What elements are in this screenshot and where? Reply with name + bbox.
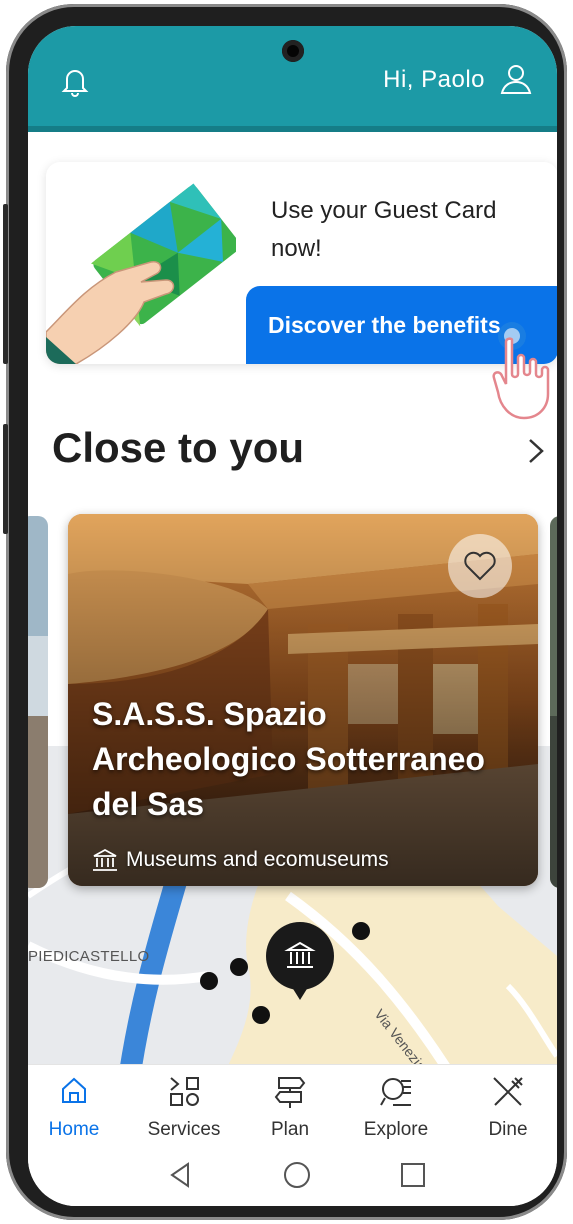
front-camera <box>282 40 304 62</box>
recents-icon[interactable] <box>398 1160 428 1190</box>
tab-home[interactable]: Home <box>28 1065 124 1147</box>
tap-hand-icon <box>492 322 550 420</box>
previous-card-peek[interactable] <box>28 516 48 888</box>
tab-services[interactable]: Services <box>134 1065 234 1147</box>
fork-knife-icon <box>493 1077 523 1106</box>
signpost-icon <box>274 1077 306 1108</box>
chevron-right-icon[interactable] <box>524 434 548 468</box>
home-icon <box>62 1077 86 1103</box>
power-button <box>3 424 8 534</box>
explore-icon <box>380 1078 411 1106</box>
tab-dine[interactable]: Dine <box>458 1065 557 1147</box>
tab-plan[interactable]: Plan <box>240 1065 340 1147</box>
section-title: Close to you <box>52 424 305 471</box>
museum-icon <box>93 848 117 871</box>
next-card-peek[interactable] <box>550 516 557 888</box>
volume-button <box>3 204 8 364</box>
map-dot[interactable] <box>252 1006 270 1024</box>
tab-label: Services <box>147 1119 221 1140</box>
back-icon[interactable] <box>166 1160 196 1190</box>
map-dot[interactable] <box>200 972 218 990</box>
phone-frame: Hi, Paolo Use your Guest Card now! Disco… <box>3 4 567 1220</box>
tab-label: Home <box>48 1119 100 1140</box>
place-card[interactable]: S.A.S.S. Spazio Archeologico Sotterraneo… <box>68 514 538 886</box>
system-nav-bar <box>28 1146 557 1206</box>
bell-icon[interactable] <box>58 64 92 98</box>
bottom-tab-bar: Home Services Plan Explore Dine <box>28 1064 557 1147</box>
guest-card-illustration <box>46 183 236 364</box>
promo-text: Use your Guest Card now! <box>271 197 497 262</box>
tab-label: Dine <box>488 1119 528 1140</box>
guest-card-promo: Use your Guest Card now! Discover the be… <box>46 162 557 364</box>
museum-pin-icon[interactable] <box>264 922 336 1002</box>
place-category: Museums and ecomuseums <box>126 848 389 871</box>
map-dot[interactable] <box>352 922 370 940</box>
user-icon[interactable] <box>499 62 533 96</box>
greeting-text: Hi, Paolo <box>383 66 485 93</box>
home-circle-icon[interactable] <box>282 1160 312 1190</box>
map-area-label: PIEDICASTELLO <box>28 948 150 965</box>
heart-icon <box>464 551 496 581</box>
app-screen: Hi, Paolo Use your Guest Card now! Disco… <box>28 26 557 1206</box>
place-title: S.A.S.S. Spazio Archeologico Sotterraneo… <box>92 696 485 822</box>
header-bar: Hi, Paolo <box>28 26 557 132</box>
favorite-button[interactable] <box>448 534 512 598</box>
services-icon <box>170 1077 199 1106</box>
tab-label: Plan <box>270 1119 310 1140</box>
tab-label: Explore <box>363 1119 429 1140</box>
tab-explore[interactable]: Explore <box>346 1065 446 1147</box>
map-dot[interactable] <box>230 958 248 976</box>
